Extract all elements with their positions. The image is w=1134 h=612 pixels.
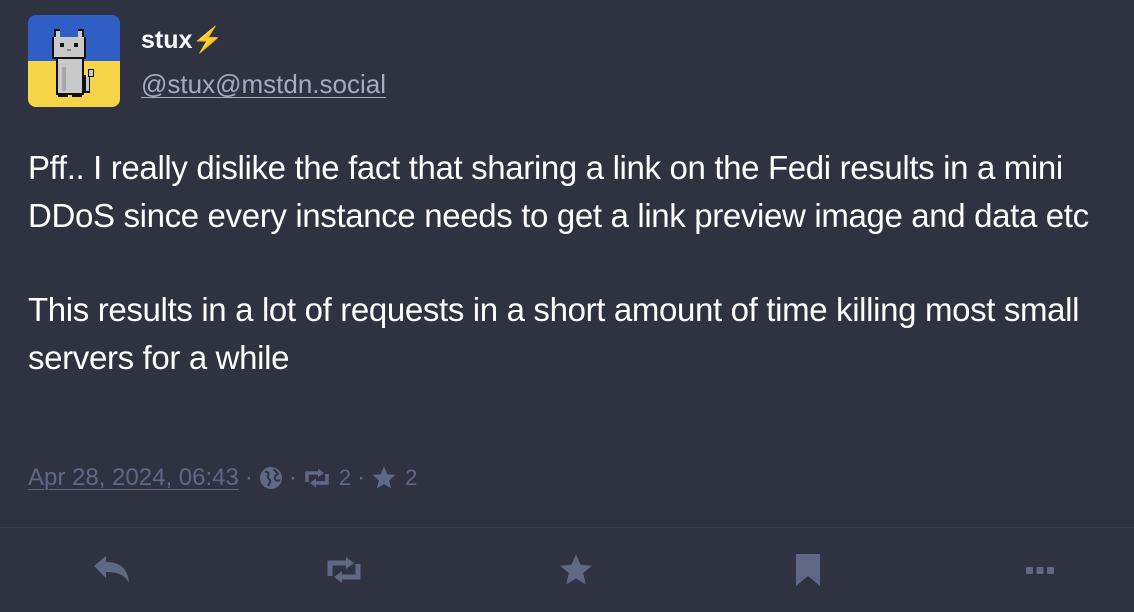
display-name[interactable]: stux⚡: [141, 24, 224, 56]
bookmark-button[interactable]: [788, 552, 828, 592]
meta-separator: ·: [288, 464, 297, 491]
bookmark-icon: [794, 553, 822, 592]
reply-button[interactable]: [92, 552, 132, 592]
star-icon: [558, 552, 594, 593]
star-count-icon: [371, 465, 397, 491]
boost-count-icon: [303, 467, 331, 489]
favourite-button[interactable]: [556, 552, 596, 592]
favourite-count: 2: [405, 465, 418, 490]
more-button[interactable]: [1020, 552, 1060, 592]
status-content: Pff.. I really dislike the fact that sha…: [28, 144, 1118, 428]
meta-separator: ·: [357, 464, 366, 491]
action-bar: [0, 528, 1134, 612]
pixel-cat-avatar-image: [28, 15, 120, 107]
avatar[interactable]: [28, 15, 120, 107]
ellipsis-icon: [1025, 563, 1055, 581]
reply-icon: [92, 553, 132, 592]
account-handle[interactable]: @stux@mstdn.social: [141, 68, 386, 100]
meta-separator: ·: [244, 464, 253, 491]
timestamp-link[interactable]: Apr 28, 2024, 06:43: [28, 464, 239, 492]
display-name-text: stux: [141, 26, 193, 54]
status-meta: Apr 28, 2024, 06:43 · · 2 · 2: [28, 460, 417, 496]
boost-count: 2: [338, 465, 352, 490]
lightning-emoji: ⚡: [192, 26, 224, 54]
boost-icon: [324, 555, 364, 590]
globe-icon: [259, 466, 283, 490]
content-paragraph: Pff.. I really dislike the fact that sha…: [28, 149, 1089, 234]
status-card: stux⚡ @stux@mstdn.social Pff.. I really …: [0, 0, 1134, 528]
content-paragraph: This results in a lot of requests in a s…: [28, 291, 1080, 376]
boost-button[interactable]: [324, 552, 364, 592]
